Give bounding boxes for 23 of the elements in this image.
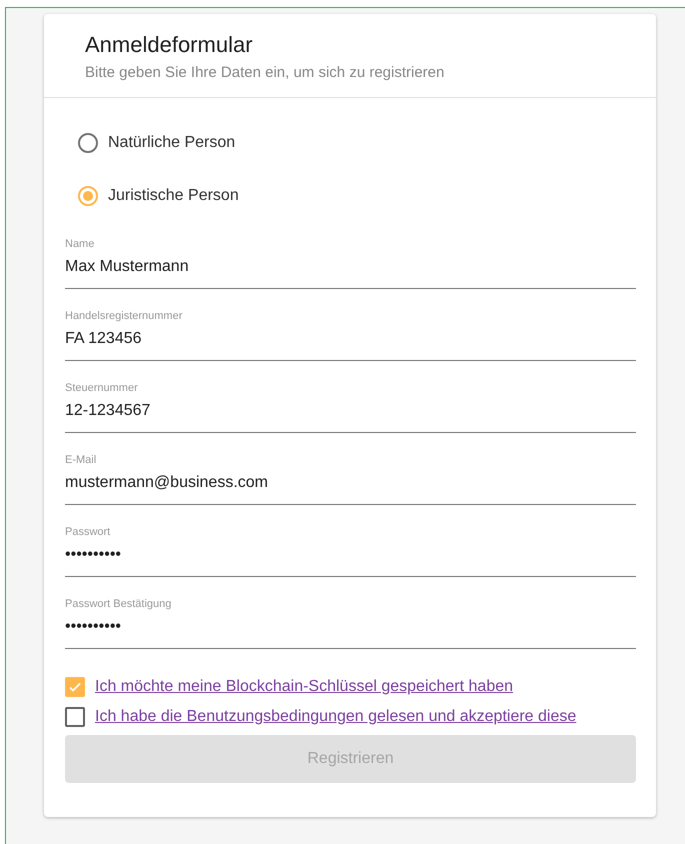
radio-button[interactable] bbox=[78, 133, 98, 153]
field-label: Name bbox=[65, 238, 94, 250]
field-label: Handelsregisternummer bbox=[65, 310, 182, 322]
text-input[interactable]: •••••••••• bbox=[65, 546, 636, 564]
text-input[interactable]: Max Mustermann bbox=[65, 258, 636, 276]
field-label: E-Mail bbox=[65, 454, 96, 466]
checkbox-link[interactable]: Ich möchte meine Blockchain-Schlüssel gespeichert haben bbox=[95, 678, 514, 696]
checkbox[interactable] bbox=[65, 707, 85, 727]
radio-label: Juristische Person bbox=[108, 187, 239, 205]
text-input[interactable]: mustermann@business.com bbox=[65, 474, 636, 492]
form-title: Anmeldeformular bbox=[85, 32, 254, 58]
text-input[interactable]: •••••••••• bbox=[65, 618, 636, 636]
field-label: Passwort Bestätigung bbox=[65, 598, 172, 610]
field-label: Passwort bbox=[65, 526, 110, 538]
text-input[interactable]: 12-1234567 bbox=[65, 402, 636, 420]
field-label: Steuernummer bbox=[65, 382, 138, 394]
text-input[interactable]: FA 123456 bbox=[65, 330, 636, 348]
checkbox[interactable] bbox=[65, 677, 85, 697]
checkmark-icon bbox=[68, 680, 82, 694]
checkbox-link[interactable]: Ich habe die Benutzungsbedingungen gelesen und akzeptiere diese bbox=[95, 708, 576, 726]
form-subtitle: Bitte geben Sie Ihre Daten ein, um sich zu registrieren bbox=[85, 64, 446, 81]
radio-button[interactable] bbox=[78, 186, 98, 206]
radio-label: Natürliche Person bbox=[108, 134, 236, 152]
